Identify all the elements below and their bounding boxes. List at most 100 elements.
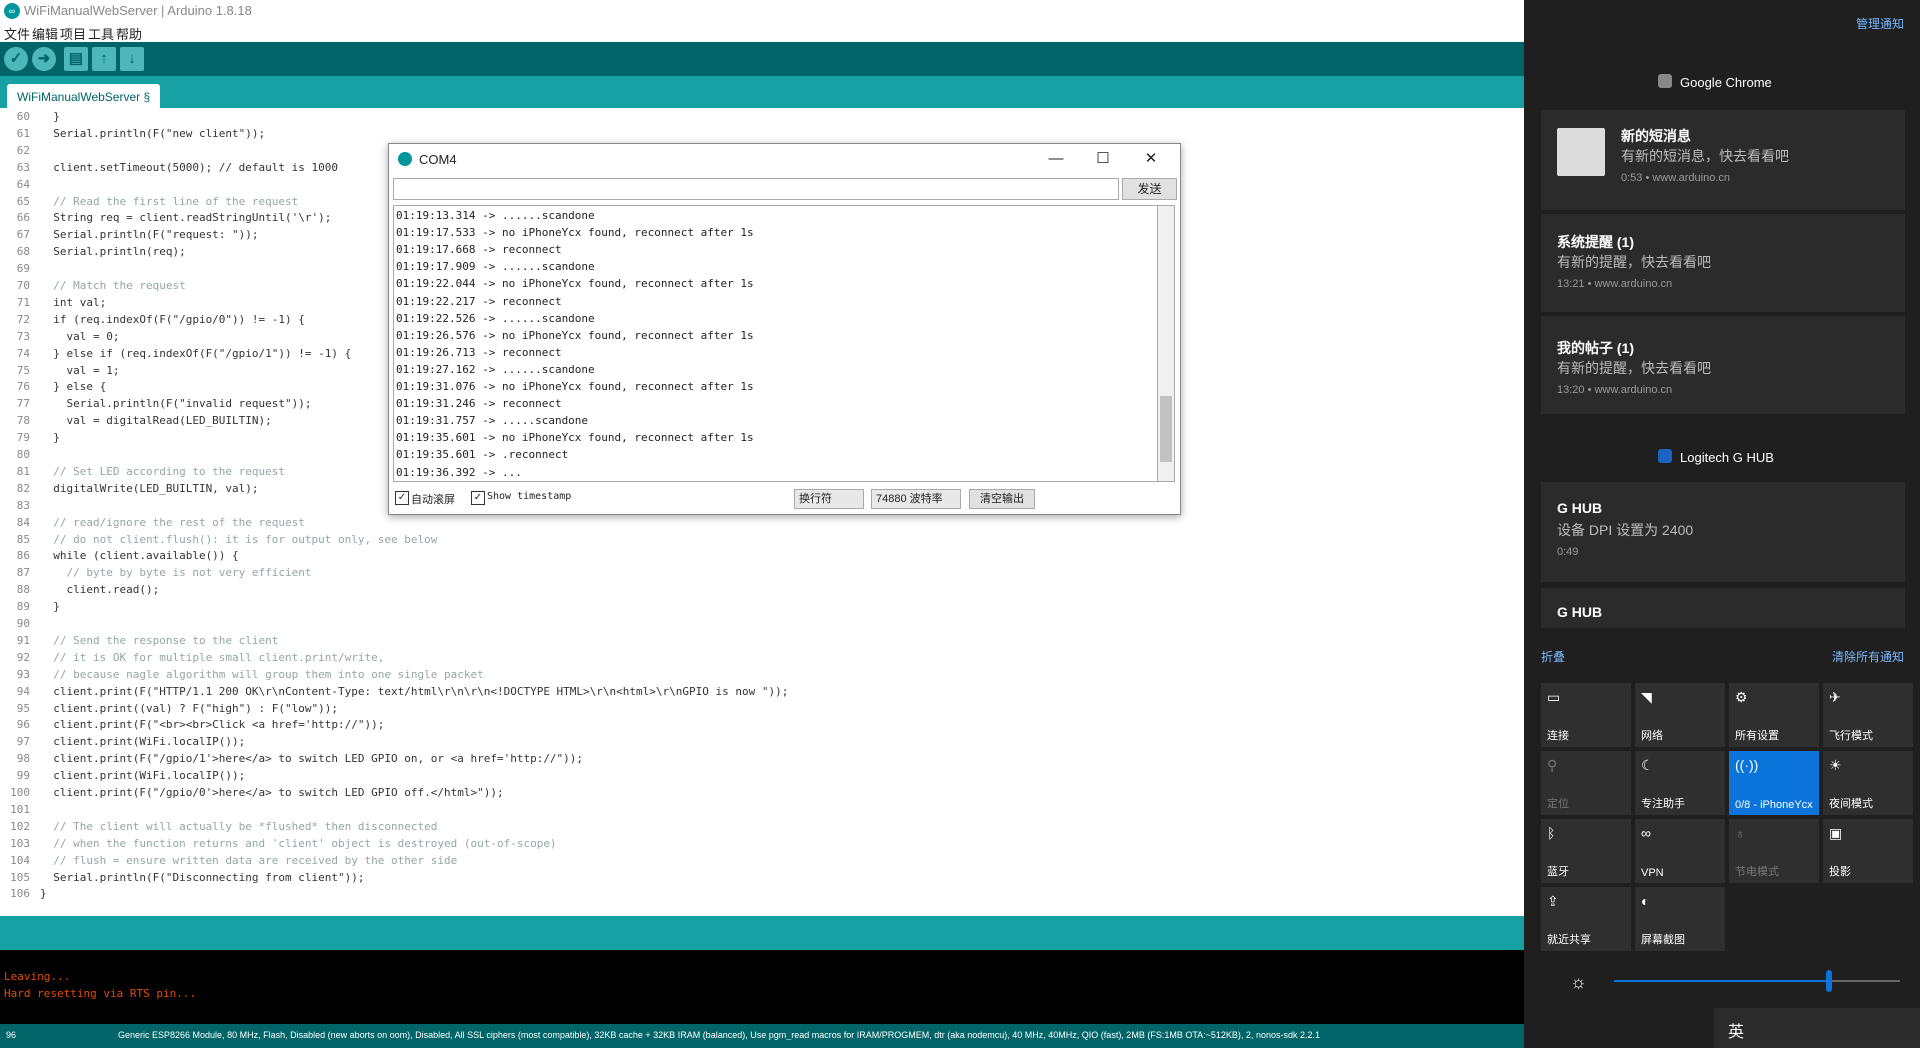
- menu-help[interactable]: 帮助: [116, 24, 142, 43]
- tab-sketch[interactable]: WiFiManualWebServer §: [7, 84, 161, 108]
- serial-output-line: 01:19:22.217 -> reconnect: [396, 294, 562, 308]
- line-number: 86: [16, 549, 30, 563]
- serial-output-line: 01:19:36.392 -> ...: [396, 465, 522, 479]
- quick-action-bluetooth[interactable]: ᛒ 蓝牙: [1541, 819, 1631, 883]
- line-number: 75: [16, 363, 30, 377]
- quick-action-sun[interactable]: ☀ 夜间模式: [1823, 751, 1913, 815]
- line-number: 80: [16, 448, 30, 461]
- serial-monitor-window: COM4 — ☐ ✕ 发送 01:19:13.314 -> ......scan…: [388, 143, 1181, 515]
- console-divider[interactable]: [0, 916, 1524, 950]
- quick-action-network[interactable]: ◥ 网络: [1635, 683, 1725, 747]
- serial-send-button[interactable]: 发送: [1122, 178, 1177, 200]
- console-line: Leaving...: [4, 970, 71, 983]
- serial-output-line: 01:19:17.668 -> reconnect: [396, 243, 562, 257]
- console-line: Hard resetting via RTS pin...: [4, 987, 197, 1000]
- upload-button[interactable]: ➜: [32, 47, 56, 71]
- notification-body: 有新的提醒，快去看看吧: [1557, 254, 1711, 270]
- timestamp-checkbox[interactable]: ✓: [471, 491, 485, 505]
- quick-action-airplane[interactable]: ✈ 飞行模式: [1823, 683, 1913, 747]
- open-sketch-button[interactable]: ↑: [92, 47, 116, 71]
- notification-title: G HUB: [1557, 500, 1603, 516]
- collapse-link[interactable]: 折叠: [1541, 648, 1565, 665]
- quick-action-battery[interactable]: ♁ 节电模式: [1729, 819, 1819, 883]
- line-number: 81: [16, 464, 30, 478]
- notification-card[interactable]: G HUB: [1541, 588, 1905, 628]
- serial-footer: ✓ 自动滚屏 ✓ Show timestamp 换行符 74880 波特率 清空…: [389, 484, 1180, 514]
- arduino-logo-icon: ∞: [4, 3, 20, 19]
- line-number: 97: [16, 735, 30, 749]
- quick-action-label: 就近共享: [1547, 934, 1591, 946]
- brightness-track[interactable]: [1829, 980, 1900, 982]
- code-line: // Read the first line of the request: [40, 194, 299, 208]
- code-line: }: [40, 431, 60, 445]
- notification-card[interactable]: 新的短消息 有新的短消息，快去看看吧 0:53 • www.arduino.cn: [1541, 110, 1905, 210]
- quick-action-label: 网络: [1641, 730, 1663, 742]
- notification-body: 有新的短消息，快去看看吧: [1621, 148, 1789, 164]
- maximize-button[interactable]: ☐: [1081, 148, 1125, 170]
- quick-action-vpn[interactable]: ∞ VPN: [1635, 819, 1725, 883]
- quick-action-gear[interactable]: ⚙ 所有设置: [1729, 683, 1819, 747]
- code-line: val = digitalRead(LED_BUILTIN);: [40, 414, 272, 428]
- avatar: [1557, 128, 1605, 176]
- manage-notifications-link[interactable]: 管理通知: [1856, 15, 1904, 32]
- serial-output-line: 01:19:31.246 -> reconnect: [396, 397, 562, 411]
- menu-tools[interactable]: 工具: [88, 24, 114, 43]
- code-line: val = 1;: [40, 363, 120, 377]
- quick-action-share[interactable]: ⇪ 就近共享: [1541, 887, 1631, 951]
- status-board-info: Generic ESP8266 Module, 80 MHz, Flash, D…: [118, 1030, 1320, 1040]
- line-number: 63: [16, 160, 30, 174]
- sun-icon: ☀: [1829, 757, 1842, 773]
- code-line: }: [40, 887, 47, 901]
- menu-file[interactable]: 文件: [4, 24, 30, 43]
- code-line: client.read();: [40, 583, 160, 597]
- serial-send-input[interactable]: [393, 178, 1119, 200]
- quick-action-label: 飞行模式: [1829, 730, 1873, 742]
- menu-edit[interactable]: 编辑: [32, 24, 58, 43]
- line-number: 65: [16, 194, 30, 208]
- verify-button[interactable]: ✓: [4, 47, 28, 71]
- serial-scrollbar[interactable]: [1157, 205, 1175, 482]
- minimize-button[interactable]: —: [1034, 148, 1078, 170]
- save-sketch-button[interactable]: ↓: [120, 47, 144, 71]
- quick-action-label: 投影: [1829, 866, 1851, 878]
- notification-card[interactable]: G HUB 设备 DPI 设置为 2400 0:49: [1541, 482, 1905, 582]
- quick-action-project[interactable]: ▣ 投影: [1823, 819, 1913, 883]
- app-header-chrome: Google Chrome: [1680, 75, 1772, 90]
- location-icon: ⚲: [1547, 757, 1558, 773]
- serial-output-line: 01:19:26.576 -> no iPhoneYcx found, reco…: [396, 328, 754, 342]
- notification-card[interactable]: 我的帖子 (1) 有新的提醒，快去看看吧 13:20 • www.arduino…: [1541, 316, 1905, 414]
- quick-action-hotspot[interactable]: ((·)) 0/8 - iPhoneYcx: [1729, 751, 1819, 815]
- quick-action-label: 连接: [1547, 730, 1569, 742]
- clear-all-link[interactable]: 清除所有通知: [1832, 648, 1904, 665]
- scrollbar-thumb[interactable]: [1160, 396, 1172, 462]
- notification-card[interactable]: 系统提醒 (1) 有新的提醒，快去看看吧 13:21 • www.arduino…: [1541, 214, 1905, 312]
- status-bar: 96 Generic ESP8266 Module, 80 MHz, Flash…: [0, 1024, 1524, 1048]
- line-number: 88: [16, 583, 30, 597]
- line-ending-select[interactable]: 换行符: [794, 489, 864, 509]
- quick-action-connect[interactable]: ▭ 连接: [1541, 683, 1631, 747]
- brightness-knob[interactable]: [1826, 970, 1832, 992]
- notification-title: 新的短消息: [1621, 128, 1691, 144]
- autoscroll-checkbox[interactable]: ✓: [395, 491, 409, 505]
- code-line: // flush = ensure written data are recei…: [40, 853, 458, 867]
- quick-action-screenshot[interactable]: ◐ 屏幕截图: [1635, 887, 1725, 951]
- serial-output-line: 01:19:35.601 -> no iPhoneYcx found, reco…: [396, 431, 754, 445]
- ime-indicator[interactable]: 英: [1728, 1018, 1744, 1042]
- baud-rate-select[interactable]: 74880 波特率: [871, 489, 961, 509]
- brightness-fill[interactable]: [1614, 980, 1829, 982]
- serial-output-line: 01:19:13.314 -> ......scandone: [396, 209, 595, 222]
- close-button[interactable]: ✕: [1129, 148, 1173, 170]
- line-number: 99: [16, 769, 30, 783]
- line-number: 95: [16, 701, 30, 715]
- notification-body: 设备 DPI 设置为 2400: [1557, 522, 1694, 538]
- quick-action-moon[interactable]: ☾ 专注助手: [1635, 751, 1725, 815]
- clear-output-button[interactable]: 清空输出: [969, 489, 1035, 509]
- serial-output-line: 01:19:22.526 -> ......scandone: [396, 311, 595, 325]
- quick-action-location[interactable]: ⚲ 定位: [1541, 751, 1631, 815]
- quick-action-label: VPN: [1641, 867, 1664, 879]
- line-number: 62: [16, 143, 30, 157]
- notification-meta: 0:53 • www.arduino.cn: [1621, 172, 1731, 184]
- menu-sketch[interactable]: 项目: [60, 24, 86, 43]
- code-line: // Match the request: [40, 279, 186, 292]
- new-sketch-button[interactable]: ▤: [64, 47, 88, 71]
